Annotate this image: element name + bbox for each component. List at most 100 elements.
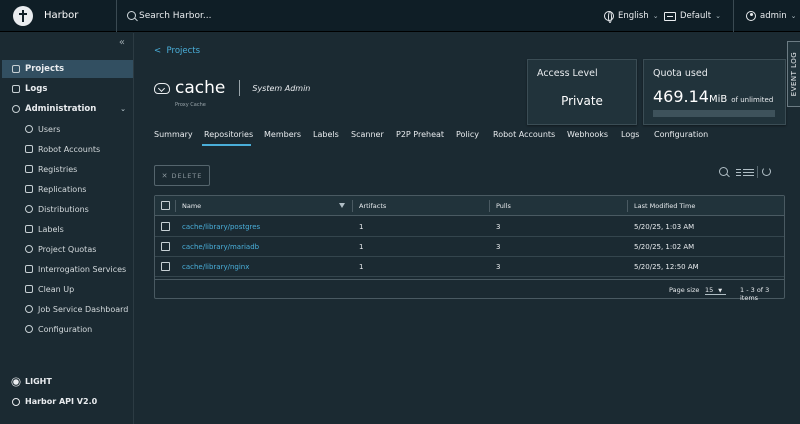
close-icon: ✕ [161,171,169,180]
row-checkbox[interactable] [161,222,170,231]
access-level-title: Access Level [537,68,598,79]
refresh-icon[interactable] [762,167,771,176]
project-role: System Admin [252,83,311,93]
shield-icon [25,265,33,273]
project-title-row: cache System Admin [154,78,310,98]
sidebar-item-labels[interactable]: Labels [0,220,134,238]
sidebar-item-administration[interactable]: Administration ⌄ [0,100,134,118]
tab-policy[interactable]: Policy [456,130,479,139]
search-icon[interactable] [719,167,728,176]
chevron-left-icon: < [154,46,162,56]
last-modified: 5/20/25, 12:50 AM [634,263,699,271]
tab-labels[interactable]: Labels [313,130,339,139]
brand[interactable]: Harbor [0,0,116,32]
sidebar-item-projects[interactable]: Projects [2,60,133,78]
sidebar-item-distributions[interactable]: Distributions [0,200,134,218]
sidebar-item-job-service-dashboard[interactable]: Job Service Dashboard [0,300,134,318]
page-size-value: 15 [705,286,714,294]
main-content: < Projects cache System Admin Proxy Cach… [135,33,800,424]
column-header-name[interactable]: Name [182,202,201,210]
quota-limit: of unlimited [731,96,774,104]
sidebar-item-label: Interrogation Services [38,264,127,274]
sidebar-item-logs[interactable]: Logs [0,80,134,98]
sidebar-item-registries[interactable]: Registries [0,160,134,178]
logs-icon [12,85,20,93]
access-level-value: Private [561,94,603,108]
tab-repositories[interactable]: Repositories [204,130,253,139]
column-separator [352,200,353,212]
sidebar-item-label: Project Quotas [38,244,97,254]
sidebar-item-interrogation-services[interactable]: Interrogation Services [0,260,134,278]
administration-icon [12,105,20,113]
tab-summary[interactable]: Summary [154,130,193,139]
sidebar-item-label: Clean Up [38,284,75,294]
sidebar-item-clean-up[interactable]: Clean Up [0,280,134,298]
sidebar-item-label: Distributions [38,204,89,214]
page-title: cache [175,78,226,98]
delete-button[interactable]: ✕ DELETE [154,165,210,186]
event-log-tab[interactable]: EVENT LOG [787,41,800,107]
api-link-label: Harbor API V2.0 [25,397,98,406]
project-type: Proxy Cache [175,102,206,108]
tab-logs[interactable]: Logs [621,130,639,139]
event-log-label: EVENT LOG [790,51,798,97]
select-all-checkbox[interactable] [161,201,170,210]
quota-title: Quota used [653,68,708,79]
chevron-down-icon: ▼ [718,288,723,294]
top-header: Harbor Search Harbor... English ⌄ Defaul… [0,0,800,32]
row-checkbox[interactable] [161,242,170,251]
sidebar-item-label: Robot Accounts [38,144,101,154]
search-icon [127,11,136,20]
column-header-artifacts[interactable]: Artifacts [359,202,386,210]
artifacts-count: 1 [359,223,364,231]
sidebar-item-label: Registries [38,164,78,174]
filter-icon[interactable] [339,203,345,208]
back-to-projects-link[interactable]: < Projects [154,46,200,56]
table-footer: Page size 15 ▼ 1 - 3 of 3 items [155,279,784,302]
tab-webhooks[interactable]: Webhooks [567,130,608,139]
header-divider [733,0,734,32]
tab-p2p-preheat[interactable]: P2P Preheat [396,130,444,139]
back-link-label: Projects [166,46,201,56]
sidebar-item-label: Labels [38,224,64,234]
global-search[interactable]: Search Harbor... [127,11,597,21]
user-icon [746,11,756,21]
page-size-select[interactable]: 15 ▼ [705,283,726,295]
column-header-pulls[interactable]: Pulls [496,202,511,210]
collapse-sidebar-icon[interactable]: « [119,37,125,48]
column-header-last-modified[interactable]: Last Modified Time [634,202,695,210]
theme-label: Default [680,11,712,21]
theme-selector[interactable]: Default ⌄ [664,11,721,21]
api-link[interactable]: Harbor API V2.0 [12,397,97,406]
sidebar-item-replications[interactable]: Replications [0,180,134,198]
search-input[interactable]: Search Harbor... [139,11,211,21]
table-row: cache/library/mariadb 1 3 5/20/25, 1:02 … [155,237,784,257]
access-level-card: Access Level Private [527,59,637,125]
tab-robot-accounts[interactable]: Robot Accounts [493,130,555,139]
registries-icon [25,165,33,173]
user-menu[interactable]: admin ⌄ [746,11,797,21]
sun-icon [13,378,19,385]
row-checkbox[interactable] [161,262,170,271]
quota-progress-bar [653,110,775,117]
repository-link[interactable]: cache/library/nginx [182,263,249,271]
table-header: Name Artifacts Pulls Last Modified Time [155,196,784,216]
sidebar-item-users[interactable]: Users [0,120,134,138]
language-selector[interactable]: English ⌄ [604,11,659,23]
last-modified: 5/20/25, 1:03 AM [634,223,695,231]
sidebar-item-label: Logs [25,84,48,94]
tab-scanner[interactable]: Scanner [351,130,384,139]
tab-members[interactable]: Members [264,130,301,139]
sidebar-item-project-quotas[interactable]: Project Quotas [0,240,134,258]
page-size-label: Page size [669,286,700,294]
harbor-logo-icon [13,5,33,26]
theme-toggle[interactable]: LIGHT [12,377,52,386]
sidebar-item-robot-accounts[interactable]: Robot Accounts [0,140,134,158]
sidebar-item-configuration[interactable]: Configuration [0,320,134,338]
language-label: English [618,11,649,21]
repository-link[interactable]: cache/library/mariadb [182,243,259,251]
tab-configuration[interactable]: Configuration [654,130,708,139]
list-view-icon[interactable] [736,168,754,177]
repository-link[interactable]: cache/library/postgres [182,223,260,231]
replications-icon [25,185,33,193]
